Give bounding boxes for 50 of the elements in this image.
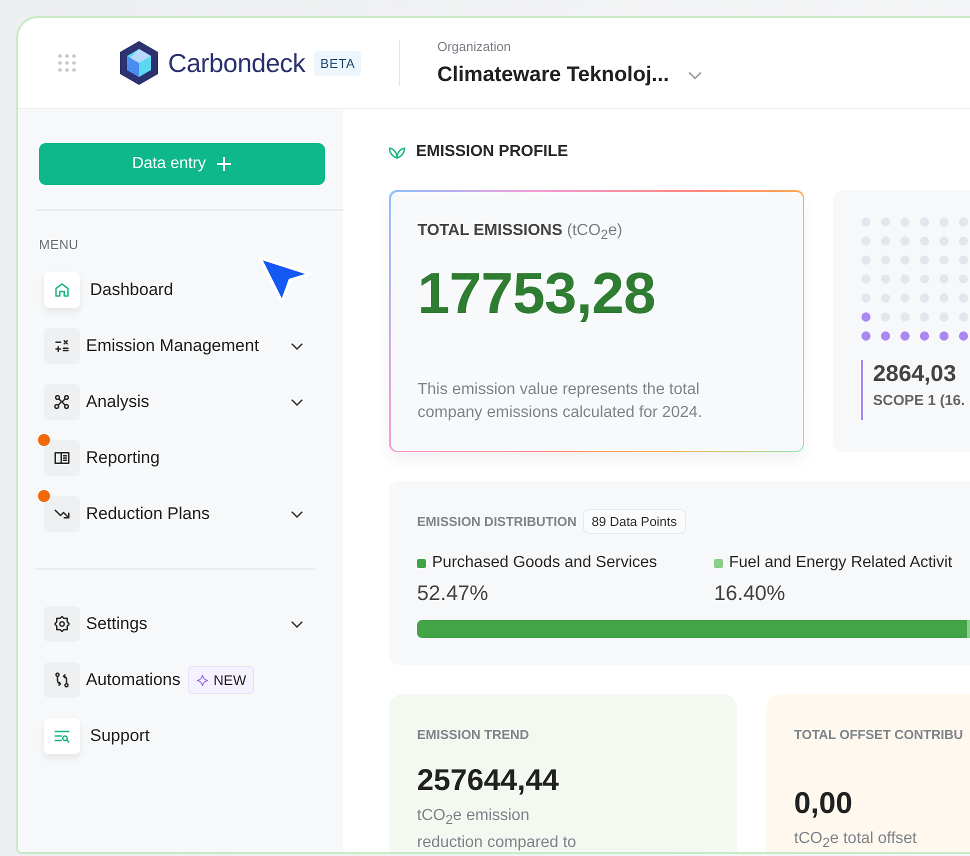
home-icon [53,281,71,299]
data-points-badge: 89 Data Points [582,509,686,534]
nav-label: Analysis [86,392,150,412]
legend-label: Purchased Goods and Services [432,554,658,572]
section-title: EMISSION PROFILE [416,143,568,161]
card-title: EMISSION DISTRIBUTION [417,514,577,529]
organization-name[interactable]: Climateware Teknoloj... [437,63,670,87]
nav-label: Support [90,726,150,746]
card-title: TOTAL EMISSIONS (tCO$_{2}$e) [418,222,624,242]
workflow-icon [53,671,71,689]
menu-label: MENU [39,237,80,252]
total-emissions-value: 17753,28 [418,260,656,327]
nav-label: Emission Management [86,336,259,356]
settings-icon [53,615,71,633]
brand-name: Carbondeck [168,48,306,78]
nav-item[interactable]: Emission Management [18,318,343,374]
plus-icon [216,156,232,172]
nav-label: Automations [86,670,180,690]
scope-value: 2864,03 [873,360,958,387]
book-icon [53,449,71,467]
card-description: This emission value represents the total company emissions calculated for 2024. [418,380,704,422]
nav-label: Reduction Plans [86,504,210,524]
card-description: tCO$_{2}$e emission reduction compared to [417,806,578,852]
sparkle-icon [196,674,208,686]
nav-label: Settings [86,614,148,634]
tag-text: NEW [214,672,246,688]
legend-share: 52.47% [417,582,490,606]
nav-label: Dashboard [90,280,174,300]
nav-item[interactable]: Analysis [18,374,343,430]
card-title: TOTAL OFFSET CONTRIBU [794,727,964,742]
nav-item[interactable]: Dashboard [18,262,343,318]
legend-share: 16.40% [714,582,786,606]
cube-logo-icon [118,40,160,86]
trend-value: 257644,44 [417,764,560,798]
legend-label: Fuel and Energy Related Activit [729,554,952,572]
grid-menu-icon[interactable] [57,53,77,73]
nav-item[interactable]: Reduction Plans [18,486,343,542]
beta-badge: BETA [314,50,362,76]
nav-item[interactable]: Automations NEW [18,652,343,708]
scope-label: SCOPE 1 (16. [873,393,965,409]
network-icon [53,393,71,411]
card-title: EMISSION TREND [417,727,530,742]
nav-item[interactable]: Support [18,708,343,764]
offset-value: 0,00 [794,787,854,821]
calculator-icon [53,337,71,355]
nav-label: Reporting [86,448,160,468]
card-description: tCO$_{2}$e total offset [794,829,918,852]
nav-item[interactable]: Settings [18,596,343,652]
nav-item[interactable]: Reporting [18,430,343,486]
organization-label: Organization [437,39,512,54]
